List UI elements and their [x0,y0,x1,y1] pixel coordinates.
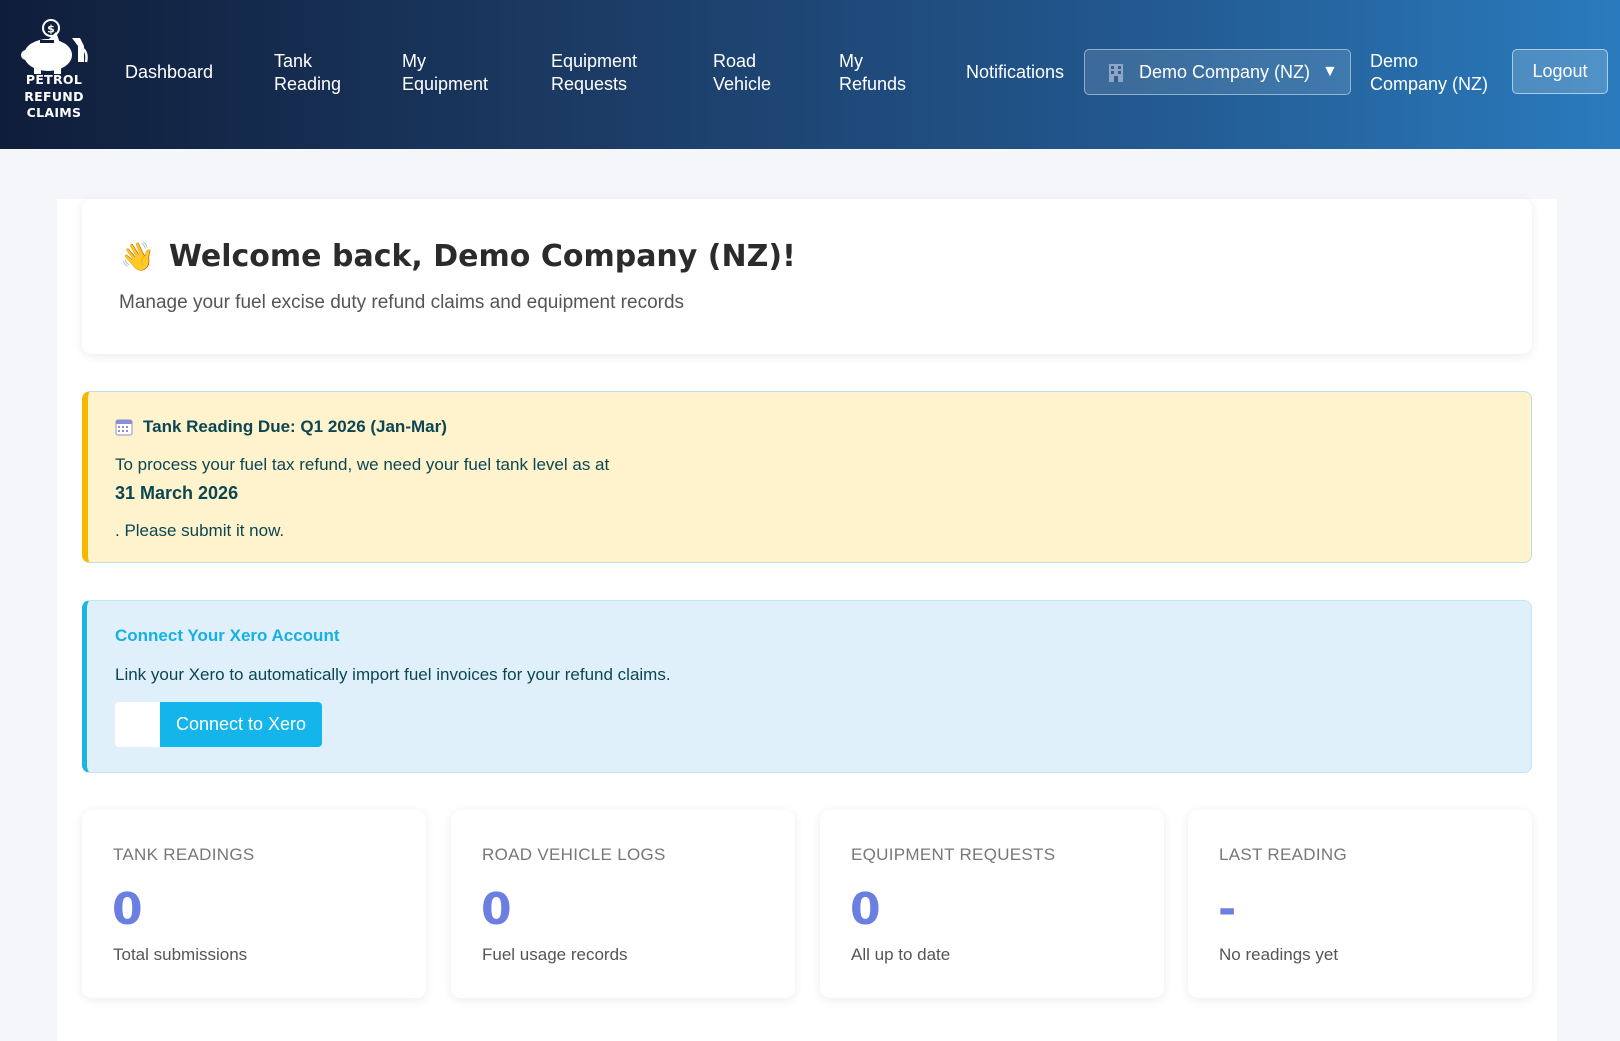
nav-my-equipment-label-2: Equipment [402,74,489,94]
nav-dashboard-label: Dashboard [125,62,214,82]
building-icon [1107,62,1125,82]
tank-reading-due-alert: Tank Reading Due: Q1 2026 (Jan-Mar) To p… [82,391,1532,563]
connect-xero-alert: Connect Your Xero Account Link your Xero… [82,600,1532,773]
logo-line-2: REFUND [24,88,84,104]
nav-notifications-label: Notifications [966,62,1065,82]
connect-to-xero-label: Connect to Xero [160,702,322,747]
nav-tank-reading-label-1: Tank [274,51,313,71]
nav-my-refunds-label-2: Refunds [839,74,907,94]
stat-value: - [1218,884,1237,935]
stat-card-equipment-requests: EQUIPMENT REQUESTS 0 All up to date [820,810,1164,998]
welcome-title-text: Welcome back, Demo Company (NZ)! [168,239,796,274]
brand-logo-text: PETROL REFUND CLAIMS [18,72,90,122]
company-selector-dropdown[interactable]: Demo Company (NZ) ▼ [1084,49,1351,95]
logout-label: Logout [1532,61,1588,81]
nav-equipment-requests-label-1: Equipment [551,51,638,71]
stat-label: ROAD VEHICLE LOGS [482,845,666,864]
stat-value: 0 [481,884,512,935]
nav-my-equipment[interactable]: My Equipment [402,50,488,96]
xero-logo-icon [115,702,160,747]
stat-label: EQUIPMENT REQUESTS [851,845,1056,864]
nav-my-equipment-label-1: My [402,51,426,71]
nav-dashboard[interactable]: Dashboard [125,61,213,84]
stat-card-road-vehicle-logs: ROAD VEHICLE LOGS 0 Fuel usage records [451,810,795,998]
piggy-bank-fuel-icon: $ [21,19,88,74]
nav-road-vehicle-label-1: Road [713,51,757,71]
caret-down-icon: ▼ [1322,63,1338,80]
nav-road-vehicle-label-2: Vehicle [713,74,772,94]
user-name: Demo Company (NZ) [1370,50,1488,96]
stat-value: 0 [112,884,143,935]
connect-to-xero-button[interactable]: Connect to Xero [115,702,322,747]
brand-logo[interactable]: $ PETROL REFUND CLAIMS [18,18,90,123]
nav-tank-reading[interactable]: Tank Reading [274,50,341,96]
tank-alert-line-2: . Please submit it now. [115,521,285,540]
nav-tank-reading-label-2: Reading [274,74,342,94]
tank-alert-title-text: Tank Reading Due: Q1 2026 (Jan-Mar) [143,417,447,436]
stat-subtext: All up to date [851,945,951,964]
welcome-title: 👋 Welcome back, Demo Company (NZ)! [120,239,796,274]
stat-card-tank-readings: TANK READINGS 0 Total submissions [82,810,426,998]
user-name-line-2: Company (NZ) [1370,74,1489,94]
top-navbar: $ PETROL REFUND CLAIMS Dashboard Tank Re… [0,0,1620,149]
svg-text:$: $ [47,23,55,36]
xero-alert-description: Link your Xero to automatically import f… [115,665,671,684]
stat-label: TANK READINGS [113,845,255,864]
tank-alert-line-1: To process your fuel tax refund, we need… [115,455,610,474]
tank-alert-title: Tank Reading Due: Q1 2026 (Jan-Mar) [115,417,447,437]
stat-subtext: No readings yet [1219,945,1339,964]
stat-subtext: Total submissions [113,945,248,964]
xero-alert-title: Connect Your Xero Account [115,626,340,645]
nav-notifications[interactable]: Notifications [966,61,1064,84]
stat-card-last-reading: LAST READING - No readings yet [1188,810,1532,998]
stat-label: LAST READING [1219,845,1347,864]
nav-my-refunds-label-1: My [839,51,863,71]
nav-road-vehicle[interactable]: Road Vehicle [713,50,771,96]
welcome-card: 👋 Welcome back, Demo Company (NZ)! Manag… [82,199,1532,354]
waving-hand-icon: 👋 [120,240,155,273]
calendar-icon [115,418,133,436]
logo-line-3: CLAIMS [26,105,82,120]
tank-alert-due-date: 31 March 2026 [115,483,239,503]
logo-line-1: PETROL [25,72,83,87]
stat-value: 0 [850,884,881,935]
nav-equipment-requests[interactable]: Equipment Requests [551,50,637,96]
nav-equipment-requests-label-2: Requests [551,74,628,94]
nav-my-refunds[interactable]: My Refunds [839,50,906,96]
logout-button[interactable]: Logout [1512,49,1608,94]
welcome-subtitle: Manage your fuel excise duty refund clai… [119,292,685,313]
stat-subtext: Fuel usage records [482,945,628,964]
company-selector-label: Demo Company (NZ) [1139,61,1311,82]
user-name-line-1: Demo [1370,51,1419,71]
